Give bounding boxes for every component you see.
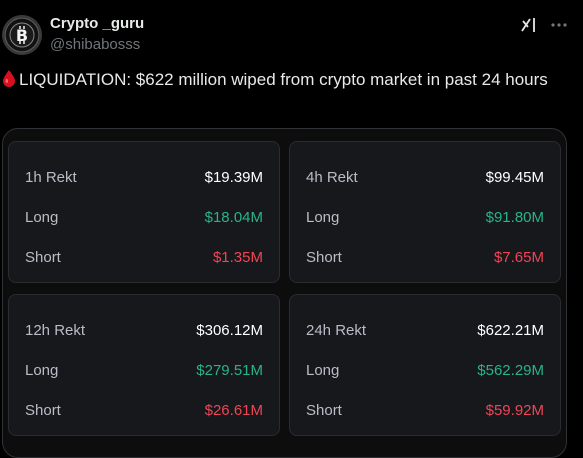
short-value: $26.61M <box>204 401 263 419</box>
long-label: Long <box>306 361 340 379</box>
bitcoin-logo-icon: B <box>4 17 40 53</box>
panel-long-row: Long $18.04M <box>25 206 263 228</box>
panel-total-row: 24h Rekt $622.21M <box>306 319 544 341</box>
panel-long-row: Long $91.80M <box>306 206 544 228</box>
long-label: Long <box>25 361 59 379</box>
panel-label: 4h Rekt <box>306 168 358 186</box>
more-options-button[interactable] <box>548 14 570 36</box>
more-options-icon <box>551 23 567 27</box>
panel-total-row: 4h Rekt $99.45M <box>306 166 544 188</box>
short-value: $7.65M <box>493 248 544 266</box>
rekt-panel-1h: 1h Rekt $19.39M Long $18.04M Short $1.35… <box>8 141 280 283</box>
panel-short-row: Short $1.35M <box>25 246 263 268</box>
panel-label: 24h Rekt <box>306 321 367 339</box>
short-label: Short <box>306 248 342 266</box>
panel-short-row: Short $7.65M <box>306 246 544 268</box>
panel-label: 12h Rekt <box>25 321 86 339</box>
short-value: $1.35M <box>212 248 263 266</box>
svg-text:B: B <box>16 26 28 45</box>
rekt-panel-12h: 12h Rekt $306.12M Long $279.51M Short $2… <box>8 294 280 436</box>
panel-short-row: Short $59.92M <box>306 399 544 421</box>
rekt-panel-4h: 4h Rekt $99.45M Long $91.80M Short $7.65… <box>289 141 561 283</box>
avatar[interactable]: B <box>2 15 42 55</box>
long-value: $91.80M <box>485 208 544 226</box>
author-name[interactable]: Crypto _guru <box>50 15 144 32</box>
grok-button[interactable] <box>518 14 540 36</box>
panel-total-value: $99.45M <box>485 168 544 186</box>
long-value: $562.29M <box>477 361 544 379</box>
panel-total-value: $19.39M <box>204 168 263 186</box>
long-label: Long <box>306 208 340 226</box>
panel-long-row: Long $562.29M <box>306 359 544 381</box>
panel-long-row: Long $279.51M <box>25 359 263 381</box>
liquidation-card[interactable]: 1h Rekt $19.39M Long $18.04M Short $1.35… <box>2 128 567 458</box>
long-value: $279.51M <box>196 361 263 379</box>
panel-total-value: $622.21M <box>477 321 544 339</box>
short-label: Short <box>306 401 342 419</box>
tweet-text-content: LIQUIDATION: $622 million wiped from cry… <box>19 70 548 89</box>
panel-short-row: Short $26.61M <box>25 399 263 421</box>
tweet-text: LIQUIDATION: $622 million wiped from cry… <box>2 68 562 93</box>
panel-total-value: $306.12M <box>196 321 263 339</box>
blood-drop-icon <box>2 69 16 93</box>
panel-label: 1h Rekt <box>25 168 77 186</box>
short-value: $59.92M <box>485 401 544 419</box>
short-label: Short <box>25 401 61 419</box>
panel-total-row: 1h Rekt $19.39M <box>25 166 263 188</box>
author-handle[interactable]: @shibabosss <box>50 36 140 53</box>
tweet-header: B Crypto _guru @shibabosss <box>0 0 583 64</box>
long-value: $18.04M <box>204 208 263 226</box>
long-label: Long <box>25 208 59 226</box>
rekt-panel-24h: 24h Rekt $622.21M Long $562.29M Short $5… <box>289 294 561 436</box>
grok-icon <box>521 18 535 32</box>
panel-total-row: 12h Rekt $306.12M <box>25 319 263 341</box>
short-label: Short <box>25 248 61 266</box>
